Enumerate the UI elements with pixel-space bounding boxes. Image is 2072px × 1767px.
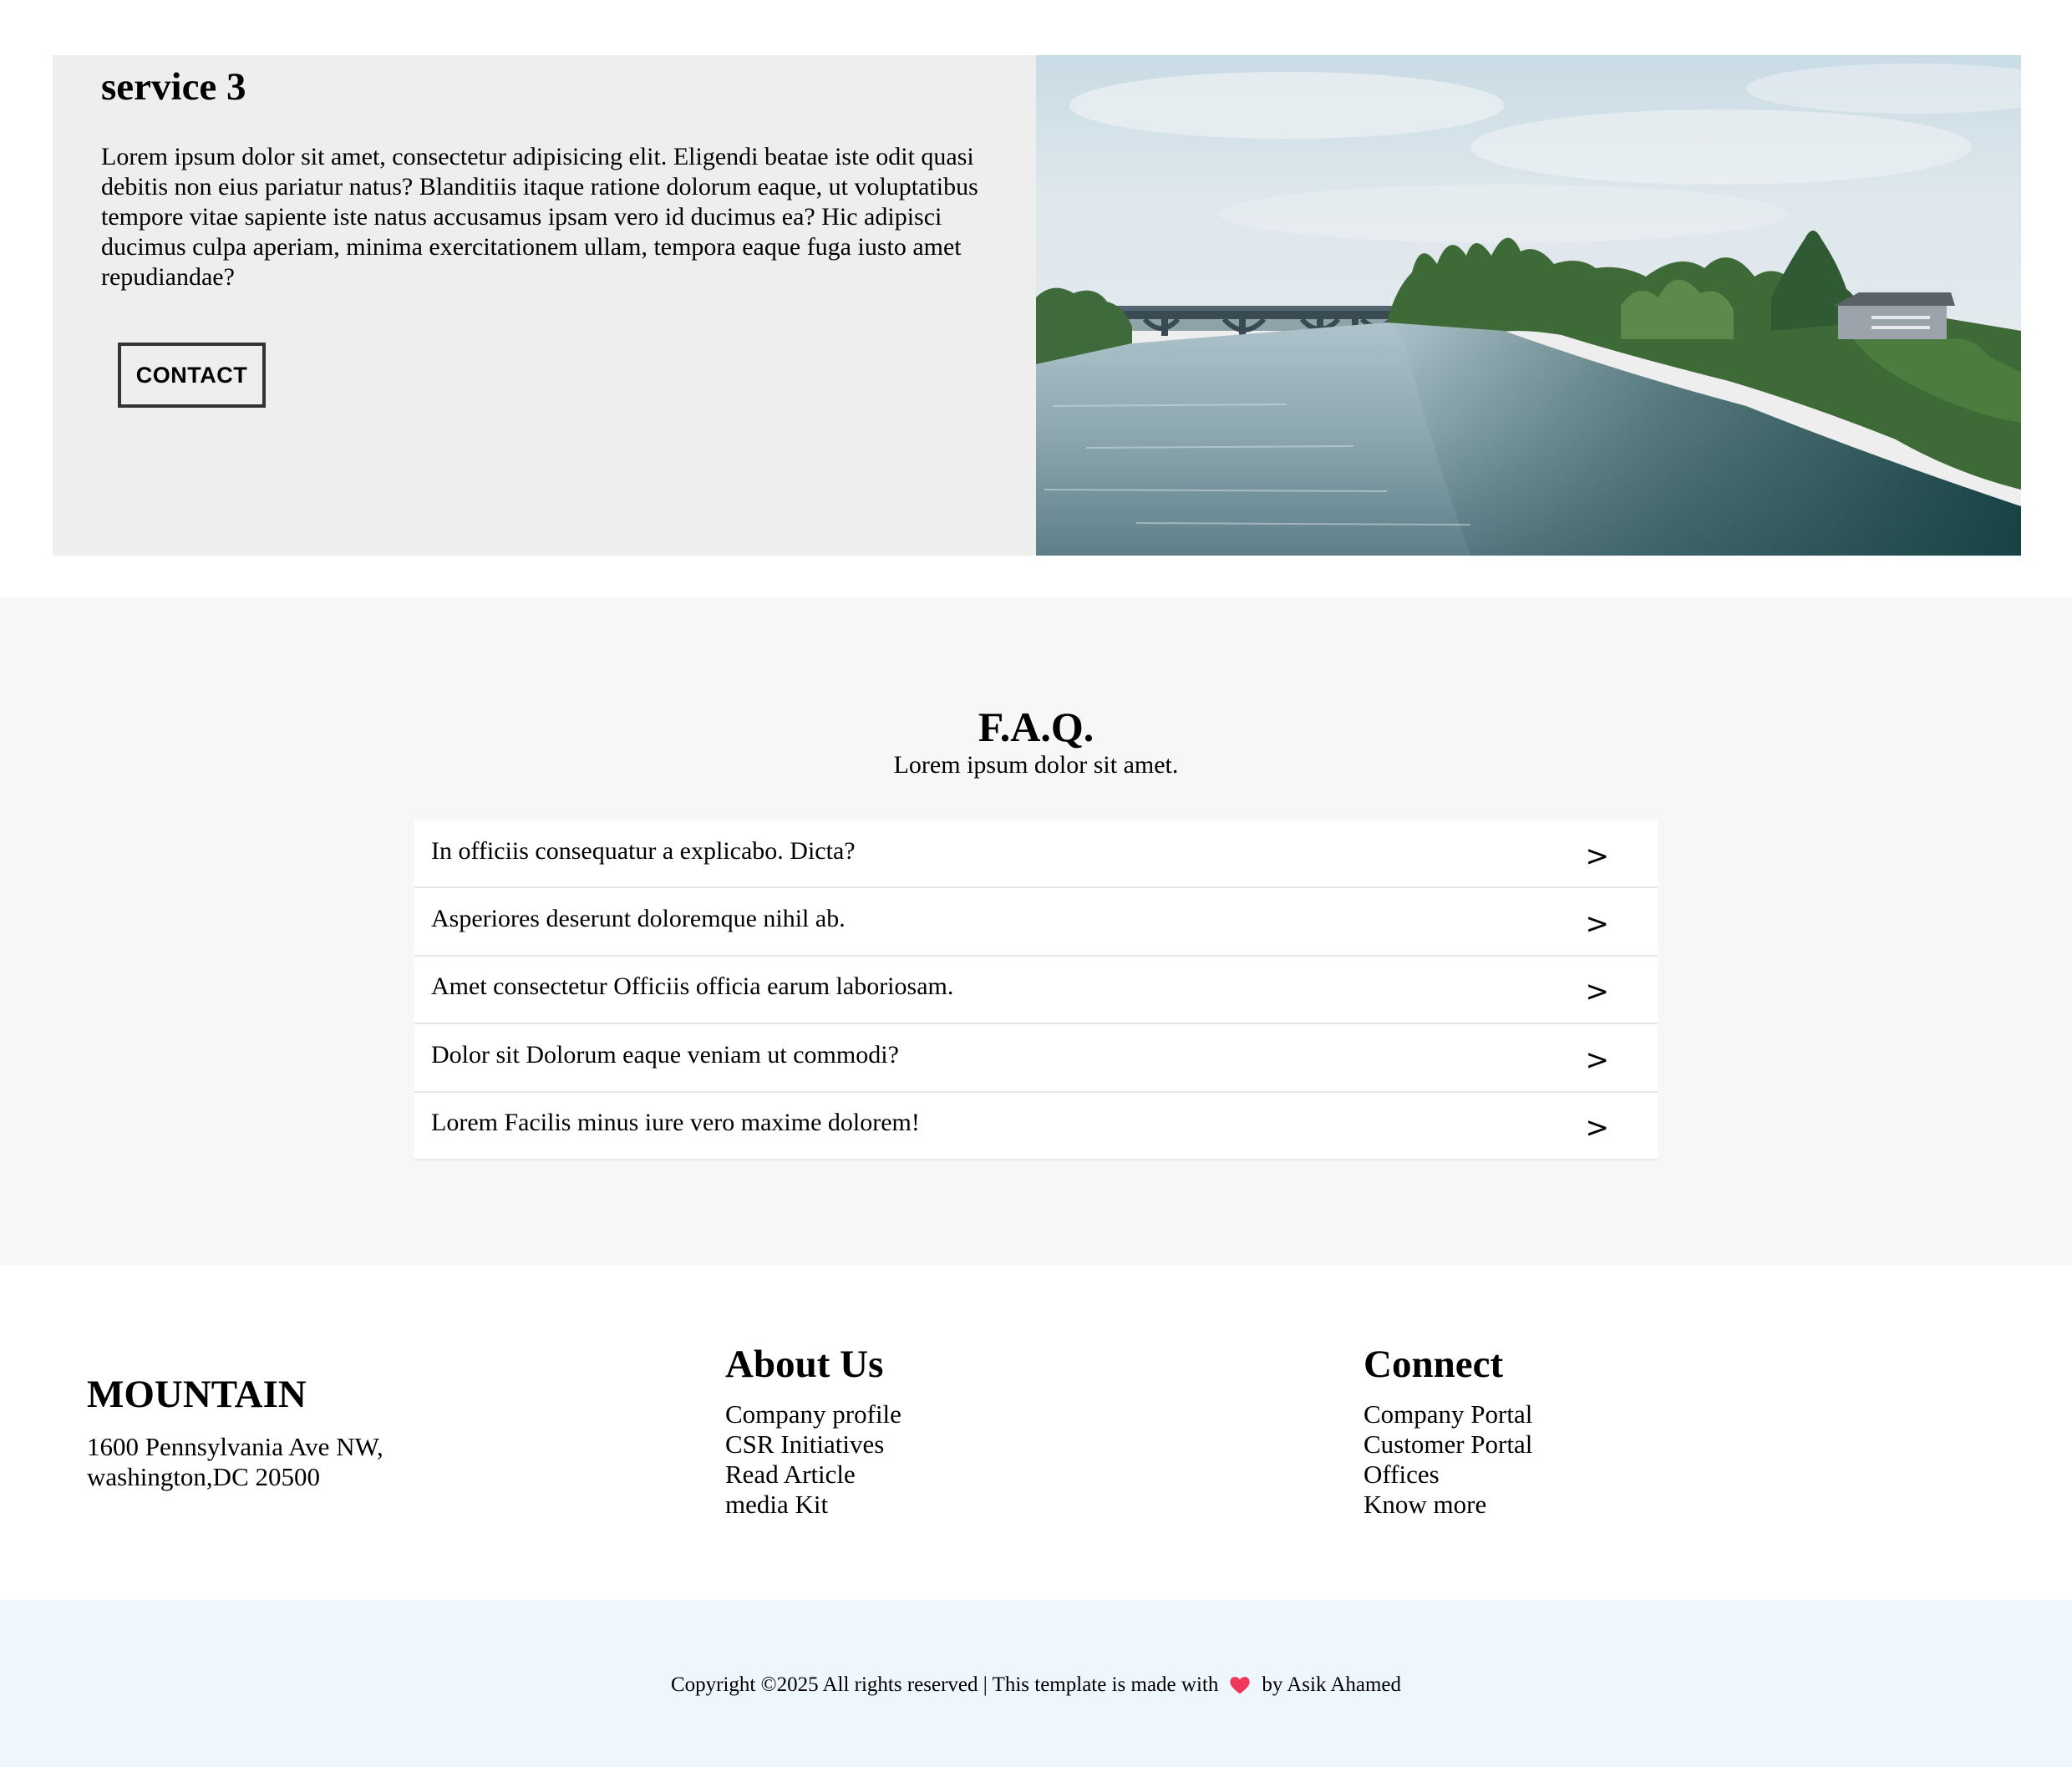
about-us-title: About Us <box>725 1343 884 1386</box>
service-description: Lorem ipsum dolor sit amet, consectetur … <box>101 143 978 291</box>
faq-question: In officiis consequatur a explicabo. Dic… <box>431 836 856 865</box>
faq-question: Dolor sit Dolorum eaque veniam ut commod… <box>431 1040 899 1069</box>
footer-link-offices[interactable]: Offices <box>1364 1460 1532 1490</box>
footer-link-company-portal[interactable]: Company Portal <box>1364 1399 1532 1429</box>
address-line: washington,DC 20500 <box>87 1462 320 1491</box>
river-bridge-photo <box>1036 55 2021 556</box>
footer: MOUNTAIN 1600 Pennsylvania Ave NW, washi… <box>0 1266 2072 1600</box>
copyright-bar: Copyright ©2025 All rights reserved | Th… <box>0 1600 2072 1767</box>
faq-item[interactable]: In officiis consequatur a explicabo. Dic… <box>414 820 1658 889</box>
faq-section: F.A.Q. Lorem ipsum dolor sit amet. In of… <box>0 597 2072 1266</box>
service-section: service 3 Lorem ipsum dolor sit amet, co… <box>53 55 2021 556</box>
chevron-right-icon: > <box>1585 907 1610 942</box>
connect-column: Connect Company Portal Customer Portal O… <box>1364 1341 1532 1520</box>
faq-question: Lorem Facilis minus iure vero maxime dol… <box>431 1109 920 1137</box>
chevron-right-icon: > <box>1585 839 1610 873</box>
faq-list: In officiis consequatur a explicabo. Dic… <box>414 820 1658 1160</box>
chevron-right-icon: > <box>1585 1111 1610 1145</box>
faq-item[interactable]: Lorem Facilis minus iure vero maxime dol… <box>414 1093 1658 1160</box>
faq-item[interactable]: Amet consectetur Officiis officia earum … <box>414 957 1658 1025</box>
heart-icon <box>1230 1677 1251 1694</box>
footer-link-media-kit[interactable]: media Kit <box>725 1490 901 1520</box>
footer-link-customer-portal[interactable]: Customer Portal <box>1364 1429 1532 1460</box>
faq-item[interactable]: Asperiores deserunt doloremque nihil ab.… <box>414 888 1658 957</box>
footer-brand: MOUNTAIN <box>87 1373 307 1416</box>
contact-button[interactable]: CONTACT <box>118 343 266 408</box>
service-title: service 3 <box>101 65 246 109</box>
river-bridge-illustration <box>1036 55 2021 556</box>
copyright-text: Copyright ©2025 All rights reserved | Th… <box>670 1673 1219 1696</box>
footer-link-company-profile[interactable]: Company profile <box>725 1399 901 1429</box>
about-us-column: About Us Company profile CSR Initiatives… <box>725 1341 901 1520</box>
faq-question: Amet consectetur Officiis officia earum … <box>431 972 954 1001</box>
footer-link-read-article[interactable]: Read Article <box>725 1460 901 1490</box>
footer-link-know-more[interactable]: Know more <box>1364 1490 1532 1520</box>
footer-address: 1600 Pennsylvania Ave NW, washington,DC … <box>87 1432 383 1492</box>
faq-question: Asperiores deserunt doloremque nihil ab. <box>431 905 846 933</box>
connect-title: Connect <box>1364 1343 1504 1386</box>
chevron-right-icon: > <box>1585 1043 1610 1077</box>
faq-subtitle: Lorem ipsum dolor sit amet. <box>893 751 1179 779</box>
service-text-panel: service 3 Lorem ipsum dolor sit amet, co… <box>53 55 1036 556</box>
address-line: 1600 Pennsylvania Ave NW, <box>87 1432 383 1461</box>
footer-link-csr-initiatives[interactable]: CSR Initiatives <box>725 1429 901 1460</box>
copyright-author: by Asik Ahamed <box>1262 1673 1402 1696</box>
faq-item[interactable]: Dolor sit Dolorum eaque veniam ut commod… <box>414 1024 1658 1093</box>
faq-title: F.A.Q. <box>978 703 1094 750</box>
chevron-right-icon: > <box>1585 975 1610 1009</box>
